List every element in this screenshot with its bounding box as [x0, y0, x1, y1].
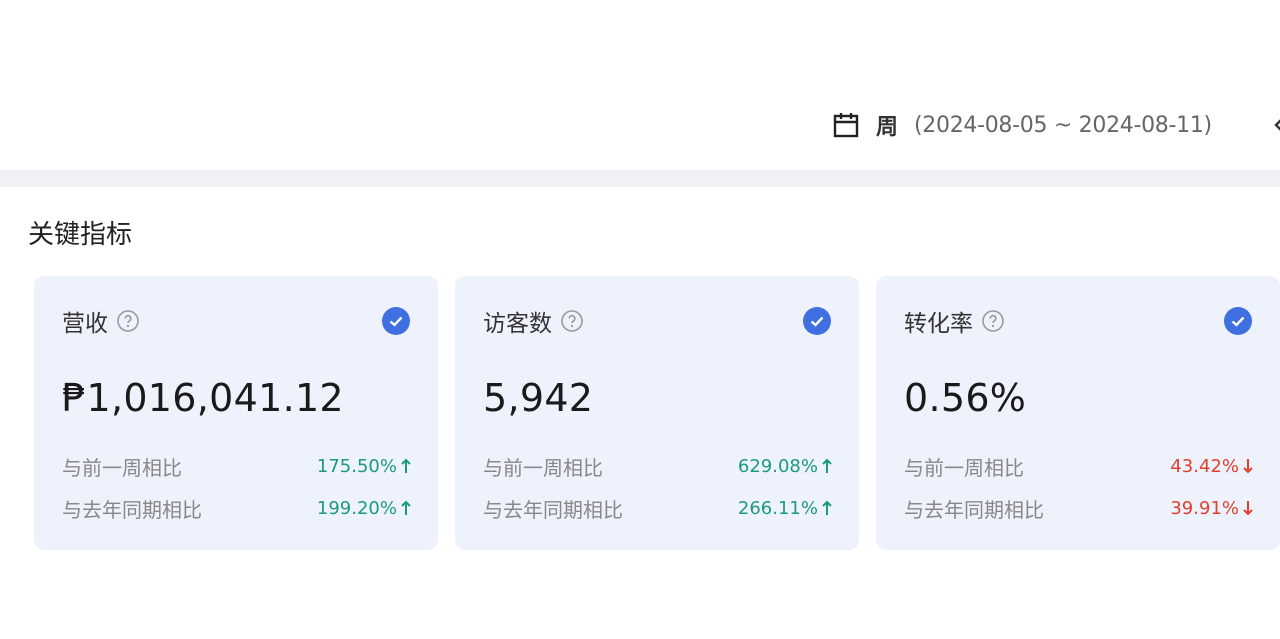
top-bar: 周 (2024-08-05 ~ 2024-08-11) — [0, 0, 1280, 170]
card-title: 营收 — [62, 311, 108, 337]
metric-value: 5,942 — [483, 376, 594, 420]
comparison-value: 43.42% — [1170, 456, 1254, 477]
question-icon[interactable] — [981, 309, 1005, 333]
comparison-percent: 39.91% — [1170, 497, 1239, 519]
comparison-row: 与去年同期相比 39.91% — [904, 494, 1254, 522]
check-circle-icon[interactable] — [382, 307, 410, 335]
comparison-value: 199.20% — [317, 498, 412, 519]
comparison-value: 629.08% — [738, 456, 833, 477]
section-title: 关键指标 — [28, 220, 133, 250]
comparison-label: 与去年同期相比 — [904, 497, 1044, 522]
question-icon[interactable] — [116, 309, 140, 333]
comparison-label: 与前一周相比 — [483, 455, 603, 480]
metric-card-visitors[interactable]: 访客数 5,942 与前一周相比 629.08% 与去年同期相比 266.11% — [455, 276, 859, 550]
question-icon[interactable] — [560, 309, 584, 333]
comparison-percent: 43.42% — [1170, 455, 1239, 477]
chevron-left-icon[interactable] — [1272, 116, 1280, 134]
comparison-row: 与去年同期相比 199.20% — [62, 494, 412, 522]
card-title: 访客数 — [483, 311, 552, 337]
metric-value: 0.56% — [904, 376, 1027, 420]
check-circle-icon[interactable] — [803, 307, 831, 335]
metric-card-revenue[interactable]: 营收 ₱1,016,041.12 与前一周相比 175.50% 与去年同期相比 … — [34, 276, 438, 550]
comparison-row: 与去年同期相比 266.11% — [483, 494, 833, 522]
period-range: (2024-08-05 ~ 2024-08-11) — [914, 112, 1212, 138]
card-title: 转化率 — [904, 311, 973, 337]
calendar-icon[interactable] — [832, 111, 860, 139]
comparison-row: 与前一周相比 175.50% — [62, 452, 412, 480]
comparison-row: 与前一周相比 629.08% — [483, 452, 833, 480]
arrow-down-icon — [1243, 459, 1253, 474]
comparison-label: 与去年同期相比 — [483, 497, 623, 522]
arrow-down-icon — [1243, 501, 1253, 516]
arrow-up-icon — [401, 500, 411, 515]
period-selector[interactable]: 周 (2024-08-05 ~ 2024-08-11) — [832, 108, 1212, 142]
metric-card-conversion[interactable]: 转化率 0.56% 与前一周相比 43.42% 与去年同期相比 39.91% — [876, 276, 1280, 550]
period-type[interactable]: 周 — [876, 109, 898, 141]
card-title-group: 访客数 — [483, 304, 584, 338]
comparison-percent: 266.11% — [737, 497, 818, 519]
check-circle-icon[interactable] — [1224, 307, 1252, 335]
card-title-group: 转化率 — [904, 304, 1005, 338]
comparison-label: 与前一周相比 — [904, 455, 1024, 480]
comparison-percent: 629.08% — [737, 455, 818, 477]
comparison-value: 39.91% — [1170, 498, 1254, 519]
comparison-label: 与前一周相比 — [62, 455, 182, 480]
arrow-up-icon — [822, 458, 832, 473]
comparison-percent: 199.20% — [316, 497, 397, 519]
comparison-label: 与去年同期相比 — [62, 497, 202, 522]
comparison-percent: 175.50% — [316, 455, 397, 477]
metric-value: ₱1,016,041.12 — [62, 376, 344, 420]
comparison-value: 266.11% — [738, 498, 833, 519]
arrow-up-icon — [822, 500, 832, 515]
comparison-row: 与前一周相比 43.42% — [904, 452, 1254, 480]
section-divider — [0, 170, 1280, 187]
arrow-up-icon — [401, 458, 411, 473]
card-title-group: 营收 — [62, 304, 140, 338]
comparison-value: 175.50% — [317, 456, 412, 477]
